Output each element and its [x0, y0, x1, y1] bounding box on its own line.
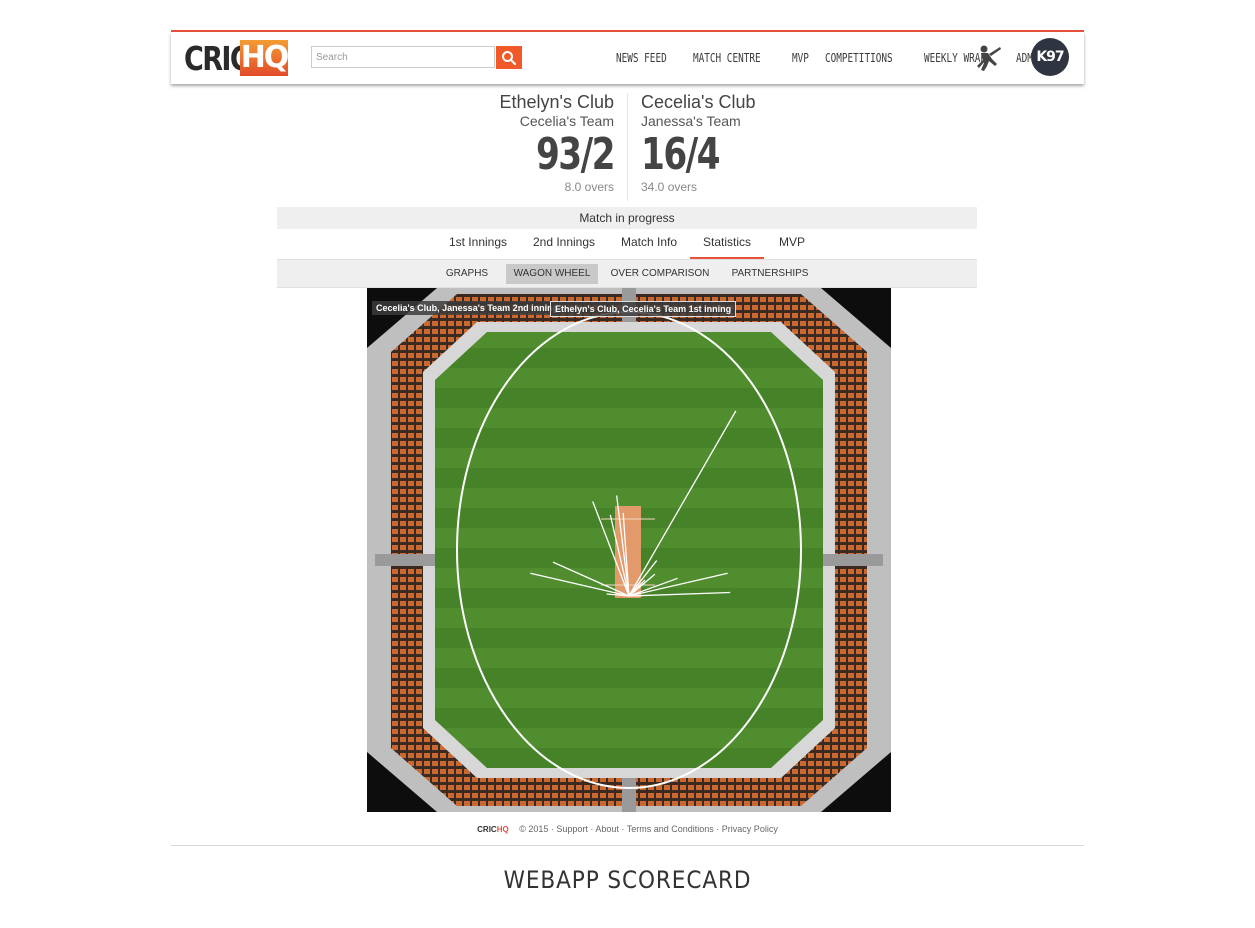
- subtab-partnerships[interactable]: PARTNERSHIPS: [729, 264, 811, 284]
- cricketer-icon[interactable]: [975, 44, 1005, 72]
- nav-competitions[interactable]: COMPETITIONS: [825, 51, 893, 67]
- statistics-subtabs: GRAPHS WAGON WHEEL OVER COMPARISON PARTN…: [277, 259, 977, 288]
- search-icon: [502, 51, 517, 66]
- footer-logo[interactable]: CRICHQ: [477, 825, 509, 834]
- tab-mvp[interactable]: MVP: [774, 229, 810, 259]
- nav-mvp[interactable]: MVP: [792, 51, 809, 67]
- score-divider: [627, 93, 628, 201]
- team2-score: 16/4: [641, 129, 720, 180]
- team2-club: Cecelia's Club: [641, 92, 756, 112]
- crichq-logo[interactable]: CRIC HQ: [184, 38, 289, 78]
- legend-2nd-inning[interactable]: Cecelia's Club, Janessa's Team 2nd innin…: [372, 301, 563, 315]
- tab-match-info[interactable]: Match Info: [615, 229, 683, 259]
- page-caption: WEBAPP SCORECARD: [503, 866, 752, 894]
- subtab-wagon-wheel[interactable]: WAGON WHEEL: [506, 264, 598, 284]
- team1-team: Cecelia's Team: [519, 113, 614, 129]
- innings-tabs: 1st Innings 2nd Innings Match Info Stati…: [277, 229, 977, 259]
- tab-2nd-innings[interactable]: 2nd Innings: [527, 229, 601, 259]
- footer-links[interactable]: © 2015 · Support · About · Terms and Con…: [519, 824, 778, 834]
- tab-statistics[interactable]: Statistics: [690, 229, 764, 259]
- team1-summary: Ethelyn's Club Cecelia's Team 93/2 8.0 o…: [499, 92, 616, 194]
- match-status: Match in progress: [277, 207, 977, 229]
- team2-summary: Cecelia's Club Janessa's Team 16/4 34.0 …: [641, 92, 756, 194]
- footer-divider: [171, 845, 1084, 846]
- navbar: CRIC HQ Search NEWS FEED MATCH CENTRE MV…: [171, 32, 1084, 84]
- search-input[interactable]: Search: [311, 46, 495, 68]
- team2-team: Janessa's Team: [641, 113, 741, 129]
- subtab-graphs[interactable]: GRAPHS: [439, 264, 495, 284]
- search-button[interactable]: [496, 46, 522, 69]
- logo-text-right: HQ: [240, 40, 289, 76]
- team1-overs: 8.0 overs: [564, 180, 614, 194]
- footer: CRICHQ © 2015 · Support · About · Terms …: [0, 824, 1255, 834]
- subtab-over-comparison[interactable]: OVER COMPARISON: [610, 264, 710, 284]
- nav-news-feed[interactable]: NEWS FEED: [616, 51, 667, 67]
- legend-1st-inning[interactable]: Ethelyn's Club, Cecelia's Team 1st innin…: [550, 301, 737, 317]
- logo-text-left: CRIC: [184, 38, 250, 78]
- avatar[interactable]: K97: [1031, 38, 1069, 76]
- team1-club: Ethelyn's Club: [499, 92, 615, 112]
- team2-overs: 34.0 overs: [641, 180, 698, 194]
- team1-score: 93/2: [536, 129, 615, 180]
- nav-match-centre[interactable]: MATCH CENTRE: [693, 51, 761, 67]
- tab-1st-innings[interactable]: 1st Innings: [443, 229, 513, 259]
- wagon-wheel-ground: Cecelia's Club, Janessa's Team 2nd innin…: [367, 288, 891, 812]
- wagon-wheel-svg: [367, 288, 891, 812]
